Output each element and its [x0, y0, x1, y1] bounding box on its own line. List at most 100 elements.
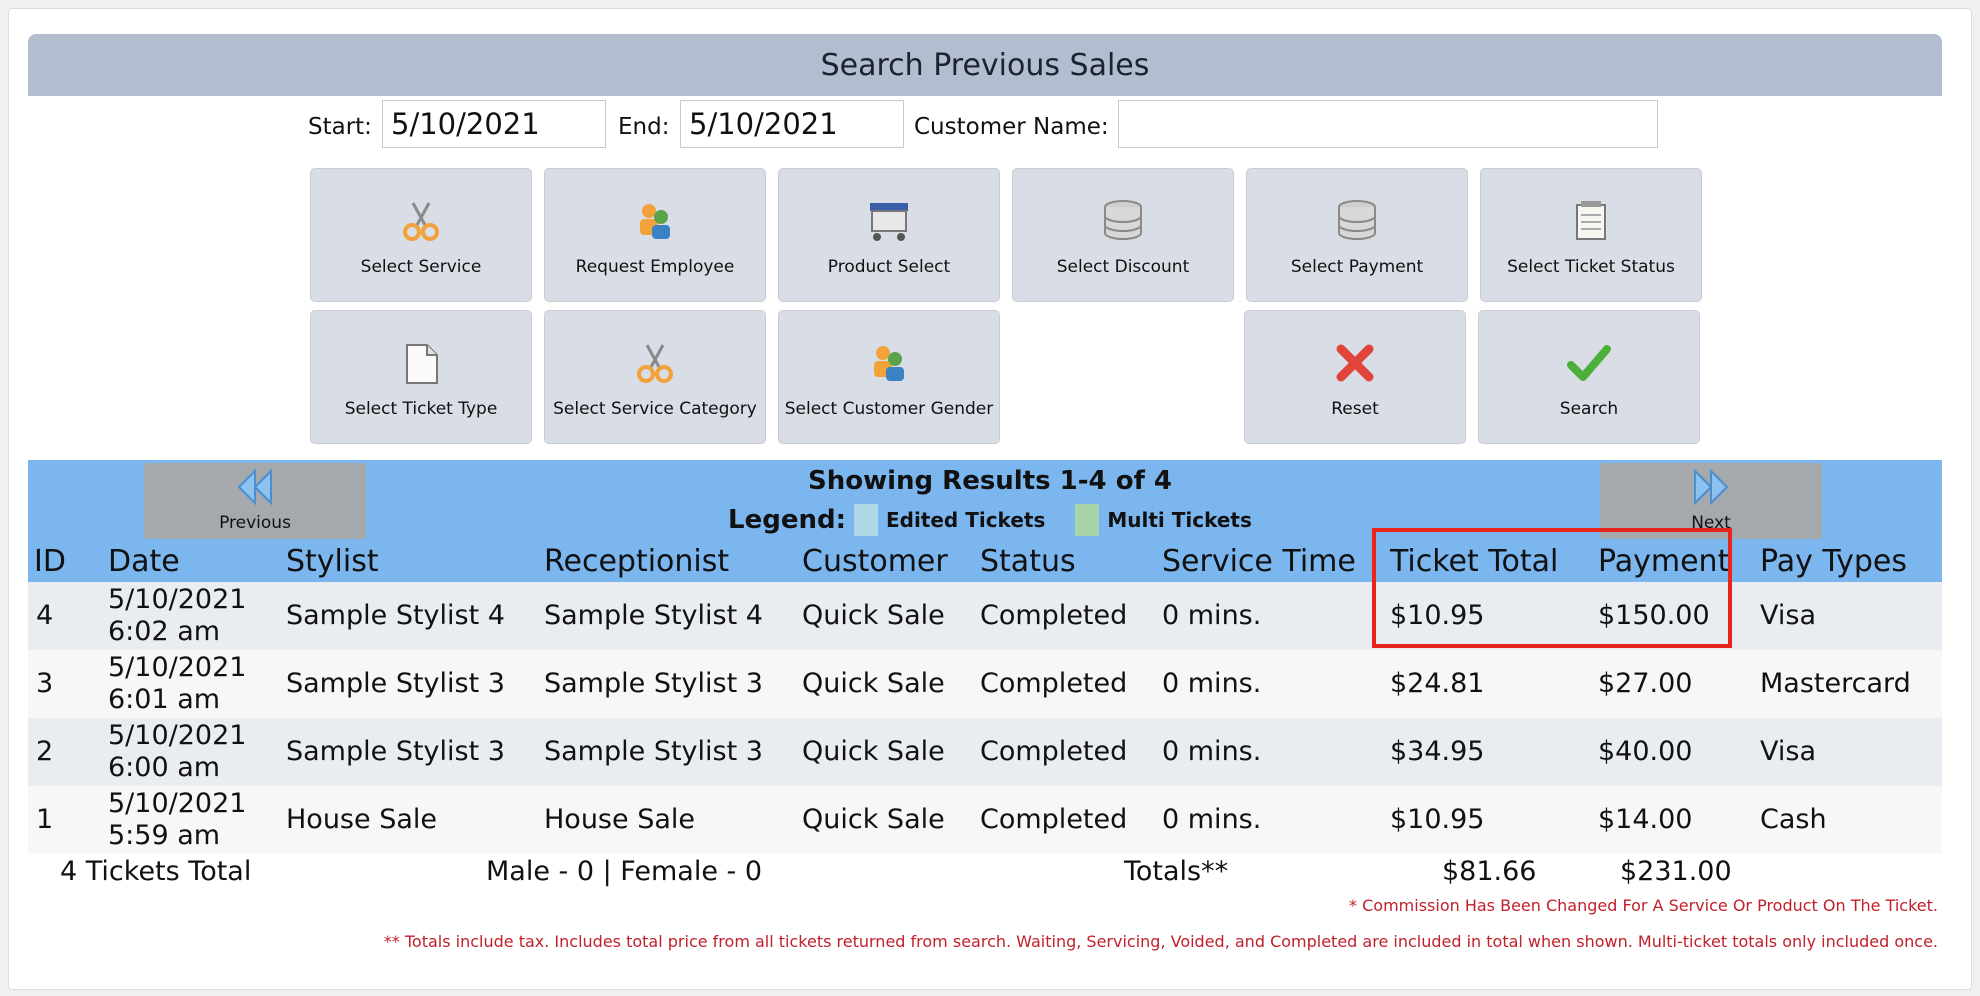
cell-time: 6:01 am	[108, 684, 221, 715]
cell-pay-types: Visa	[1760, 736, 1816, 767]
cell-ticket-total: $10.95	[1390, 804, 1485, 835]
button-label: Search	[1559, 399, 1619, 419]
legend-swatch-multi	[1075, 504, 1100, 536]
legend-swatch-edited	[853, 504, 878, 536]
cell-receptionist: Sample Stylist 3	[544, 668, 763, 699]
legend: Legend: Edited Tickets Multi Tickets	[728, 500, 1282, 540]
cell-date: 5/10/2021	[108, 584, 247, 615]
product-select-button[interactable]: Product Select	[778, 168, 1000, 302]
cell-time: 5:59 am	[108, 820, 221, 851]
column-header-pay-types[interactable]: Pay Types	[1760, 544, 1907, 579]
column-header-date[interactable]: Date	[108, 544, 180, 579]
cell-service-time: 0 mins.	[1162, 600, 1262, 631]
cell-ticket-total: $10.95	[1390, 600, 1485, 631]
tickets-total: 4 Tickets Total	[60, 856, 252, 887]
cell-service-time: 0 mins.	[1162, 736, 1262, 767]
column-header-payment[interactable]: Payment	[1598, 544, 1729, 579]
cell-stylist: House Sale	[286, 804, 437, 835]
page-title: Search Previous Sales	[28, 34, 1942, 96]
cell-stylist: Sample Stylist 4	[286, 600, 505, 631]
select-payment-button[interactable]: Select Payment	[1246, 168, 1468, 302]
cell-receptionist: House Sale	[544, 804, 695, 835]
cell-receptionist: Sample Stylist 4	[544, 600, 763, 631]
users-icon	[633, 199, 677, 243]
select-service-category-button[interactable]: Select Service Category	[544, 310, 766, 444]
cell-ticket-total: $34.95	[1390, 736, 1485, 767]
start-label: Start:	[308, 114, 372, 140]
scissors-icon	[633, 341, 677, 385]
customer-name-input[interactable]	[1118, 100, 1658, 148]
cell-customer: Quick Sale	[802, 600, 945, 631]
cell-payment: $150.00	[1598, 600, 1710, 631]
cell-id: 1	[36, 804, 54, 835]
next-label: Next	[1691, 513, 1731, 533]
table-row[interactable]: 2 5/10/2021 6:00 am Sample Stylist 3 Sam…	[28, 718, 1942, 786]
cell-status: Completed	[980, 736, 1128, 767]
cell-status: Completed	[980, 668, 1128, 699]
column-header-stylist[interactable]: Stylist	[286, 544, 379, 579]
select-service-button[interactable]: Select Service	[310, 168, 532, 302]
request-employee-button[interactable]: Request Employee	[544, 168, 766, 302]
end-label: End:	[618, 114, 670, 140]
reset-x-icon	[1333, 341, 1377, 385]
column-header-ticket-total[interactable]: Ticket Total	[1390, 544, 1558, 579]
totals-note: ** Totals include tax. Includes total pr…	[383, 932, 1938, 951]
reset-button[interactable]: Reset	[1244, 310, 1466, 444]
previous-label: Previous	[219, 513, 291, 533]
table-row[interactable]: 1 5/10/2021 5:59 am House Sale House Sal…	[28, 786, 1942, 854]
column-header-status[interactable]: Status	[980, 544, 1076, 579]
cell-status: Completed	[980, 600, 1128, 631]
cell-payment: $40.00	[1598, 736, 1693, 767]
button-label: Select Customer Gender	[784, 399, 994, 419]
cell-service-time: 0 mins.	[1162, 804, 1262, 835]
cell-date: 5/10/2021	[108, 720, 247, 751]
commission-note: * Commission Has Been Changed For A Serv…	[1349, 896, 1938, 915]
select-customer-gender-button[interactable]: Select Customer Gender	[778, 310, 1000, 444]
button-label: Select Service Category	[553, 399, 757, 419]
table-row[interactable]: 4 5/10/2021 6:02 am Sample Stylist 4 Sam…	[28, 582, 1942, 650]
column-header-receptionist[interactable]: Receptionist	[544, 544, 729, 579]
column-header-service-time[interactable]: Service Time	[1162, 544, 1356, 579]
select-ticket-type-button[interactable]: Select Ticket Type	[310, 310, 532, 444]
cell-id: 4	[36, 600, 54, 631]
button-label: Reset	[1331, 399, 1379, 419]
table-row[interactable]: 3 5/10/2021 6:01 am Sample Stylist 3 Sam…	[28, 650, 1942, 718]
filter-row: Start: End: Customer Name:	[0, 100, 1980, 152]
start-date-input[interactable]	[382, 100, 606, 148]
scissors-icon	[399, 199, 443, 243]
legend-label: Legend:	[728, 505, 846, 535]
cell-receptionist: Sample Stylist 3	[544, 736, 763, 767]
cell-id: 3	[36, 668, 54, 699]
cell-customer: Quick Sale	[802, 804, 945, 835]
cell-customer: Quick Sale	[802, 736, 945, 767]
cell-status: Completed	[980, 804, 1128, 835]
search-button[interactable]: Search	[1478, 310, 1700, 444]
cart-icon	[867, 199, 911, 243]
legend-item-edited: Edited Tickets	[885, 508, 1046, 532]
checkmark-icon	[1567, 341, 1611, 385]
ticket-total-sum: $81.66	[1442, 856, 1537, 887]
cell-customer: Quick Sale	[802, 668, 945, 699]
button-label: Request Employee	[575, 257, 735, 277]
database-icon	[1335, 199, 1379, 243]
button-label: Select Discount	[1056, 257, 1190, 277]
document-icon	[399, 341, 443, 385]
cell-service-time: 0 mins.	[1162, 668, 1262, 699]
column-header-id[interactable]: ID	[34, 544, 66, 579]
cell-payment: $27.00	[1598, 668, 1693, 699]
column-header-customer[interactable]: Customer	[802, 544, 948, 579]
button-label: Select Payment	[1290, 257, 1424, 277]
cell-pay-types: Mastercard	[1760, 668, 1911, 699]
cell-date: 5/10/2021	[108, 788, 247, 819]
end-date-input[interactable]	[680, 100, 904, 148]
button-label: Product Select	[827, 257, 951, 277]
select-ticket-status-button[interactable]: Select Ticket Status	[1480, 168, 1702, 302]
cell-time: 6:00 am	[108, 752, 221, 783]
cell-time: 6:02 am	[108, 616, 221, 647]
results-count: Showing Results 1-4 of 4	[807, 466, 1173, 496]
button-label: Select Service	[360, 257, 482, 277]
cell-pay-types: Cash	[1760, 804, 1827, 835]
totals-label: Totals**	[1124, 856, 1229, 887]
select-discount-button[interactable]: Select Discount	[1012, 168, 1234, 302]
legend-item-multi: Multi Tickets	[1107, 508, 1252, 532]
